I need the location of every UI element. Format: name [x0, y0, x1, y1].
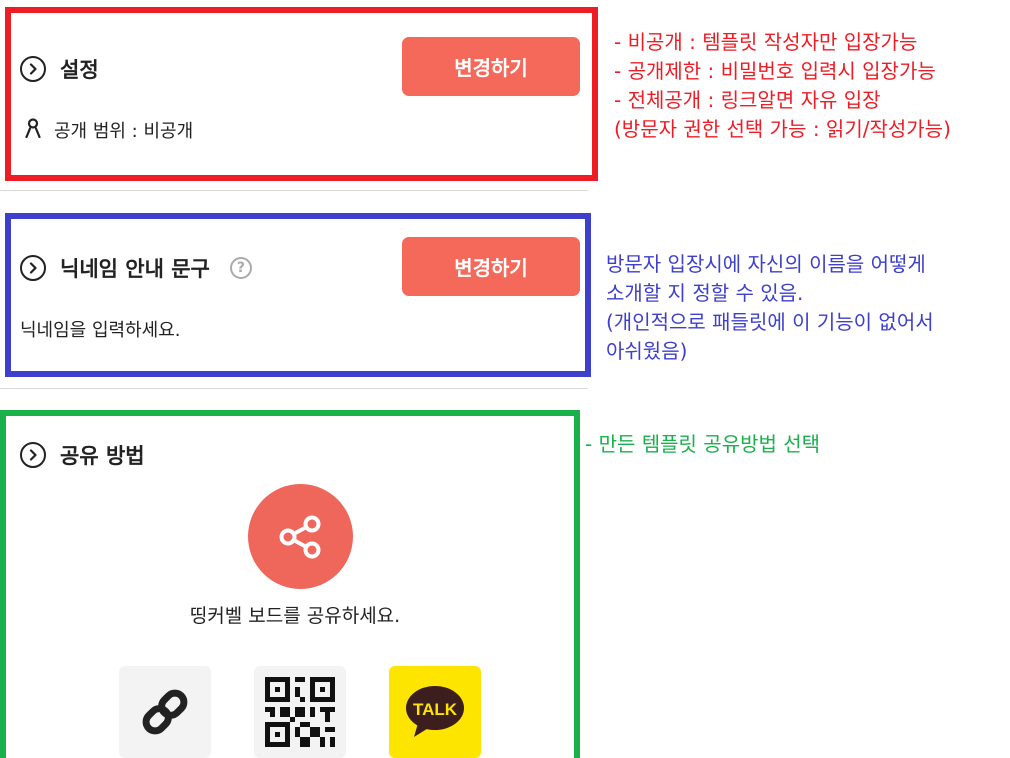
nickname-guide-label: 닉네임을 입력하세요.	[20, 320, 181, 341]
nickname-guide-text: 닉네임을 입력하세요.	[20, 316, 180, 342]
share-header[interactable]: 공유 방법	[20, 440, 145, 470]
nickname-change-button[interactable]: 변경하기	[402, 237, 580, 296]
settings-title: 설정	[60, 58, 99, 82]
qr-code-icon	[265, 677, 335, 747]
settings-header[interactable]: 설정	[20, 54, 99, 84]
kakaotalk-icon: TALK	[406, 686, 464, 737]
chevron-right-icon	[20, 442, 46, 468]
annotation-line: 소개할 지 정할 수 있음.	[606, 281, 804, 305]
section-divider	[0, 388, 588, 389]
visibility-label: 공개 범위 : 비공개	[54, 121, 194, 142]
chevron-right-icon	[20, 255, 46, 281]
annotation-line: - 만든 템플릿 공유방법 선택	[585, 432, 821, 456]
person-icon	[24, 117, 42, 143]
chevron-right-icon	[20, 56, 46, 82]
nickname-title: 닉네임 안내 문구	[60, 257, 210, 281]
share-annotation: - 만든 템플릿 공유방법 선택	[585, 430, 820, 459]
annotation-line: - 공개제한 : 비밀번호 입력시 입장가능	[614, 59, 936, 83]
help-icon[interactable]: ?	[229, 257, 252, 279]
kakaotalk-label: TALK	[413, 700, 458, 719]
nickname-annotation: 방문자 입장시에 자신의 이름을 어떻게 소개할 지 정할 수 있음. (개인적…	[606, 250, 934, 366]
share-icon-circle	[248, 484, 353, 589]
annotation-line: - 전체공개 : 링크알면 자유 입장	[614, 88, 881, 112]
share-qr-button[interactable]	[254, 666, 346, 758]
visibility-info: 공개 범위 : 비공개	[24, 117, 193, 143]
annotation-line: 방문자 입장시에 자신의 이름을 어떻게	[606, 252, 926, 276]
link-icon	[142, 689, 188, 735]
annotation-line: (방문자 권한 선택 가능 : 읽기/작성가능)	[614, 117, 951, 141]
share-link-button[interactable]	[119, 666, 211, 758]
share-icon	[279, 515, 320, 558]
annotation-line: (개인적으로 패들릿에 이 기능이 없어서	[606, 310, 934, 334]
share-kakaotalk-button[interactable]: TALK	[389, 666, 481, 758]
share-description: 띵커벨 보드를 공유하세요.	[189, 605, 401, 627]
settings-change-button[interactable]: 변경하기	[402, 37, 580, 96]
annotation-line: 아쉬웠음)	[606, 339, 688, 363]
annotation-line: - 비공개 : 템플릿 작성자만 입장가능	[614, 30, 918, 54]
share-title: 공유 방법	[60, 444, 145, 468]
nickname-header[interactable]: 닉네임 안내 문구 ?	[20, 253, 252, 283]
section-divider	[0, 190, 588, 191]
settings-annotation: - 비공개 : 템플릿 작성자만 입장가능 - 공개제한 : 비밀번호 입력시 …	[614, 28, 951, 144]
